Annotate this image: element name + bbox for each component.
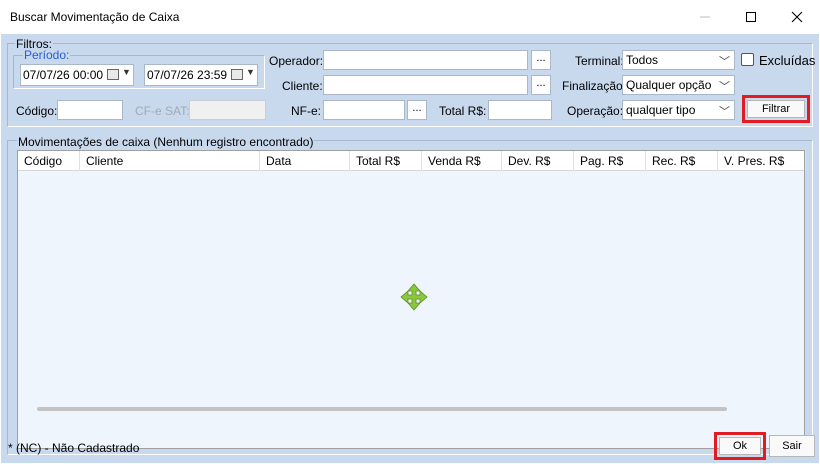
movimentacoes-label: Movimentações de caixa (Nenhum registro …: [17, 135, 315, 149]
filtrar-button[interactable]: Filtrar: [747, 100, 805, 118]
grid-header: Código Cliente Data Total R$ Venda R$ De…: [18, 151, 806, 171]
excluidas-checkbox[interactable]: [741, 53, 754, 66]
terminal-select[interactable]: Todos ﹀: [622, 50, 735, 70]
title-bar: Buscar Movimentação de Caixa: [0, 0, 820, 34]
terminal-value: Todos: [626, 53, 659, 67]
periodo-label: Período:: [23, 48, 71, 62]
chevron-down-icon: ﹀: [719, 56, 730, 68]
maximize-icon: [746, 12, 756, 22]
date-to-value: 07/07/26 23:59: [147, 68, 228, 82]
sair-button[interactable]: Sair: [769, 435, 815, 457]
horizontal-scrollbar[interactable]: [37, 407, 727, 411]
total-label: Total R$:: [439, 104, 487, 118]
calendar-icon[interactable]: [231, 69, 243, 80]
operador-input[interactable]: [323, 50, 528, 70]
codigo-label: Código:: [16, 104, 58, 118]
nfe-label: NF-e:: [291, 104, 321, 118]
col-dev[interactable]: Dev. R$: [502, 151, 574, 171]
chevron-down-icon[interactable]: ▼: [246, 67, 255, 77]
nfe-search-button[interactable]: ...: [407, 100, 427, 120]
excluidas-label: Excluídas: [759, 53, 816, 68]
maximize-button[interactable]: [728, 0, 774, 34]
total-input[interactable]: [488, 100, 552, 120]
col-data[interactable]: Data: [260, 151, 350, 171]
col-codigo[interactable]: Código: [18, 151, 80, 171]
dialog-body: Filtros: Período: 07/07/26 00:00 ▼ 07/07…: [1, 34, 819, 463]
results-grid[interactable]: Código Cliente Data Total R$ Venda R$ De…: [17, 150, 806, 449]
chevron-down-icon[interactable]: ▼: [122, 67, 131, 77]
col-vpres[interactable]: V. Pres. R$: [718, 151, 806, 171]
finalizacao-label: Finalização:: [562, 79, 627, 93]
minimize-button[interactable]: [682, 0, 728, 34]
operacao-value: qualquer tipo: [626, 103, 696, 117]
cfe-sat-label: CF-e SAT:: [135, 104, 190, 118]
col-venda[interactable]: Venda R$: [422, 151, 502, 171]
move-icon: [400, 283, 428, 311]
finalizacao-value: Qualquer opção: [626, 78, 712, 92]
nc-legend: * (NC) - Não Cadastrado: [8, 441, 140, 455]
col-pag[interactable]: Pag. R$: [574, 151, 646, 171]
terminal-label: Terminal:: [575, 54, 624, 68]
col-cliente[interactable]: Cliente: [80, 151, 260, 171]
close-icon: [791, 11, 803, 23]
operacao-select[interactable]: qualquer tipo ﹀: [622, 100, 735, 120]
calendar-icon[interactable]: [107, 69, 119, 80]
codigo-input[interactable]: [57, 100, 123, 120]
window-title: Buscar Movimentação de Caixa: [10, 10, 180, 24]
chevron-down-icon: ﹀: [719, 106, 730, 118]
cliente-search-button[interactable]: ...: [531, 75, 551, 95]
finalizacao-select[interactable]: Qualquer opção ﹀: [622, 75, 735, 95]
col-total[interactable]: Total R$: [350, 151, 422, 171]
date-from-value: 07/07/26 00:00: [23, 68, 104, 82]
close-button[interactable]: [774, 0, 820, 34]
operador-label: Operador:: [269, 54, 324, 68]
col-rec[interactable]: Rec. R$: [646, 151, 718, 171]
operador-search-button[interactable]: ...: [531, 50, 551, 70]
cliente-label: Cliente:: [282, 79, 323, 93]
date-from-input[interactable]: 07/07/26 00:00 ▼: [20, 64, 134, 86]
chevron-down-icon: ﹀: [719, 81, 730, 93]
cliente-input[interactable]: [323, 75, 528, 95]
nfe-input[interactable]: [323, 100, 405, 120]
cfe-sat-input: [189, 100, 266, 120]
ok-button[interactable]: Ok: [719, 437, 761, 455]
date-to-input[interactable]: 07/07/26 23:59 ▼: [144, 64, 258, 86]
operacao-label: Operação:: [567, 104, 624, 118]
minimize-icon: [700, 16, 710, 18]
